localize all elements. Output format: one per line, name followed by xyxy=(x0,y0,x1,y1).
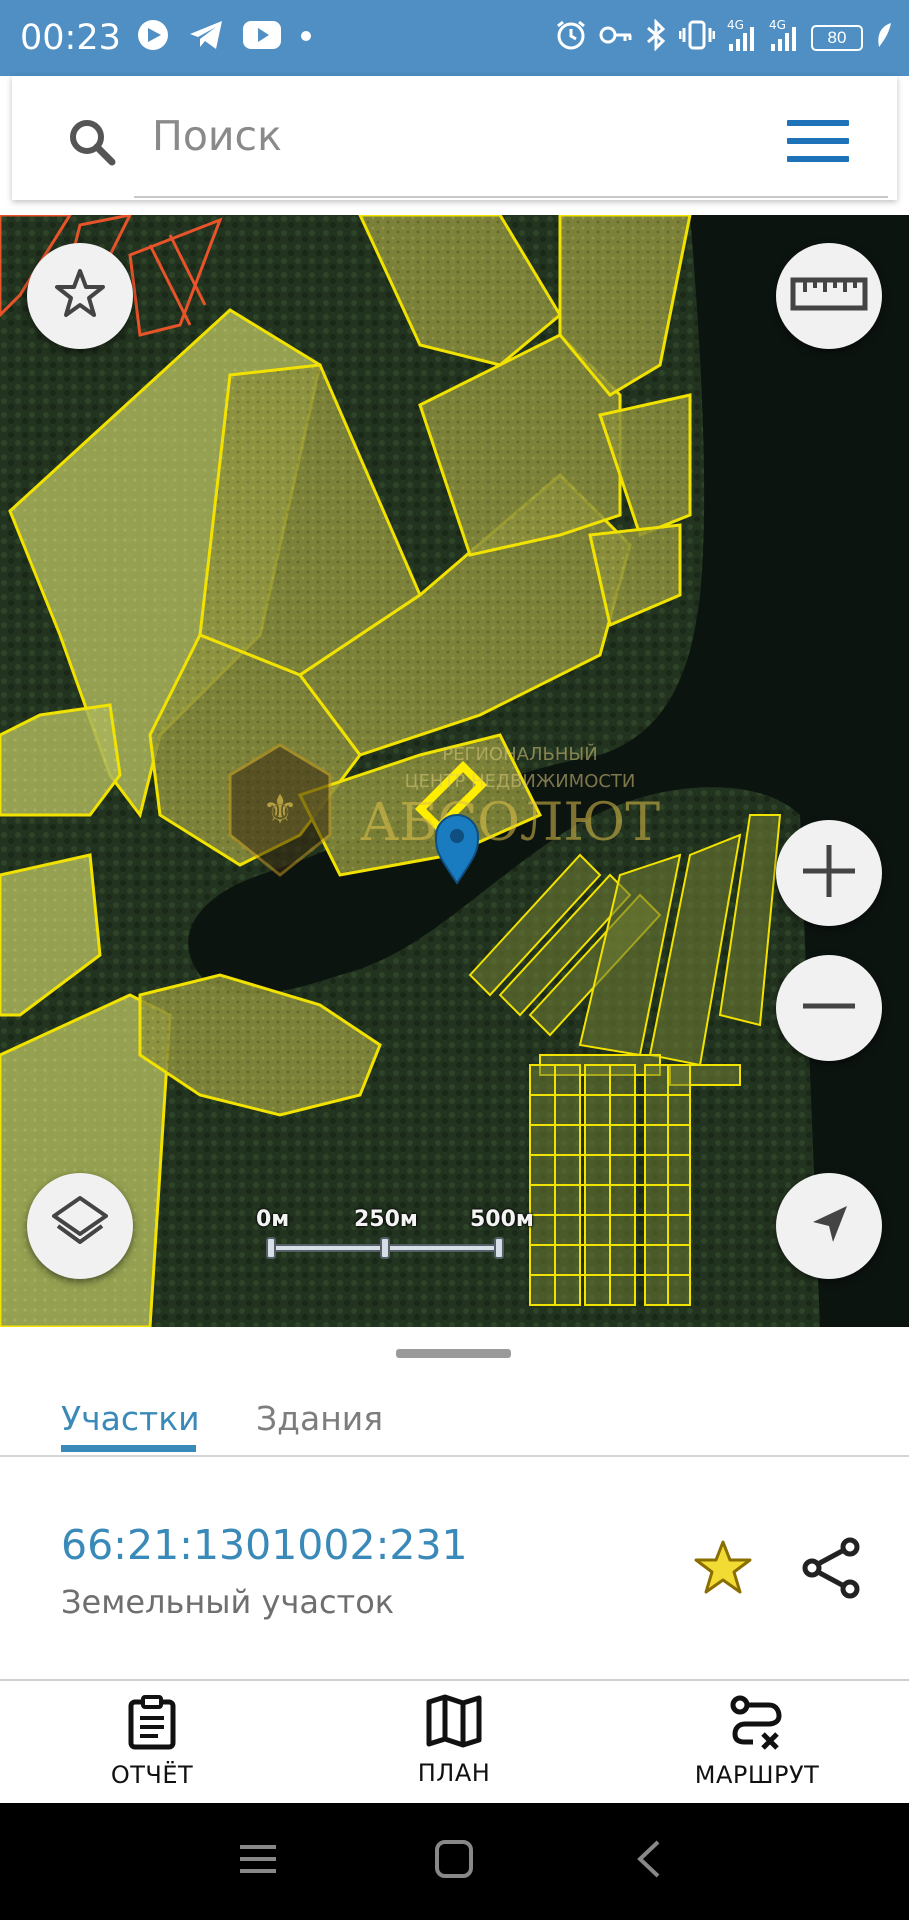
zoom-in-button[interactable] xyxy=(776,820,882,926)
signal-icon: 4G xyxy=(769,18,799,57)
search-bar xyxy=(12,76,897,200)
plan-button[interactable]: ПЛАН xyxy=(364,1694,544,1794)
dot-icon xyxy=(300,29,312,47)
report-label: ОТЧЁТ xyxy=(110,1761,194,1789)
bottom-actions: ОТЧЁТ ПЛАН МАРШРУТ xyxy=(0,1682,909,1802)
alarm-icon xyxy=(555,19,587,56)
route-icon xyxy=(729,1695,785,1754)
search-underline xyxy=(134,196,888,198)
signal-icon: 4G xyxy=(727,18,757,57)
star-icon xyxy=(53,267,107,326)
tab-buildings[interactable]: Здания xyxy=(256,1399,383,1438)
plan-label: ПЛАН xyxy=(417,1759,491,1787)
map-icon xyxy=(426,1694,482,1752)
map-view[interactable]: ⚜ РЕГИОНАЛЬНЫЙ ЦЕНТР НЕДВИЖИМОСТИ АБСОЛЮ… xyxy=(0,215,909,1327)
recents-icon[interactable] xyxy=(238,1839,278,1884)
back-icon[interactable] xyxy=(634,1839,664,1884)
vibrate-icon xyxy=(678,20,716,55)
menu-bar xyxy=(787,156,849,162)
svg-text:⚜: ⚜ xyxy=(262,787,298,833)
tab-indicator xyxy=(61,1445,196,1452)
youtube-icon xyxy=(242,20,282,55)
route-button[interactable]: МАРШРУТ xyxy=(667,1694,847,1794)
scale-tick xyxy=(380,1237,390,1259)
menu-button[interactable] xyxy=(787,120,849,162)
watermark-line2: ЦЕНТР НЕДВИЖИМОСТИ xyxy=(405,771,636,792)
menu-bar xyxy=(787,120,849,126)
search-icon[interactable] xyxy=(68,118,116,171)
battery-icon: 80 xyxy=(811,24,863,51)
status-system-icons: 4G 4G 80 xyxy=(555,18,893,57)
drag-handle[interactable] xyxy=(396,1349,511,1358)
share-icon[interactable] xyxy=(800,1537,862,1604)
watermark-brand: АБСОЛЮТ xyxy=(360,793,660,853)
favorites-button[interactable] xyxy=(27,243,133,349)
status-notification-icons xyxy=(136,18,312,57)
layers-icon xyxy=(48,1192,112,1261)
zoom-out-icon xyxy=(799,996,859,1021)
locate-button[interactable] xyxy=(776,1173,882,1279)
home-icon[interactable] xyxy=(434,1839,474,1884)
cadastral-number[interactable]: 66:21:1301002:231 xyxy=(61,1521,468,1569)
status-bar: 00:23 4G 4G 80 xyxy=(0,0,909,76)
app-notification-icon xyxy=(136,18,170,57)
scale-label-250: 250м xyxy=(354,1207,418,1232)
menu-bar xyxy=(787,138,849,144)
parcel-type: Земельный участок xyxy=(61,1583,395,1621)
scale-label-0: 0м xyxy=(256,1207,290,1232)
search-input[interactable] xyxy=(152,110,752,162)
zoom-out-button[interactable] xyxy=(776,955,882,1061)
favorite-star-icon[interactable] xyxy=(692,1539,754,1602)
status-time: 00:23 xyxy=(20,18,121,58)
satellite-map[interactable]: ⚜ РЕГИОНАЛЬНЫЙ ЦЕНТР НЕДВИЖИМОСТИ АБСОЛЮ… xyxy=(0,215,909,1327)
route-label: МАРШРУТ xyxy=(694,1761,820,1789)
scale-tick xyxy=(494,1237,504,1259)
info-sheet: Участки Здания 66:21:1301002:231 Земельн… xyxy=(0,1327,909,1803)
divider xyxy=(0,1679,909,1681)
map-scale: 0м 250м 500м xyxy=(254,1207,534,1267)
telegram-icon xyxy=(188,19,224,56)
charging-icon xyxy=(875,21,893,54)
ruler-icon xyxy=(789,274,869,319)
key-icon xyxy=(599,23,633,52)
scale-tick xyxy=(266,1237,276,1259)
scale-label-500: 500м xyxy=(470,1207,534,1232)
svg-text:4G: 4G xyxy=(727,18,744,32)
system-navigation-bar xyxy=(0,1803,909,1920)
locate-icon xyxy=(807,1202,851,1251)
svg-text:4G: 4G xyxy=(769,18,786,32)
zoom-in-icon xyxy=(799,841,859,906)
watermark-line1: РЕГИОНАЛЬНЫЙ xyxy=(442,743,597,765)
ruler-button[interactable] xyxy=(776,243,882,349)
bluetooth-icon xyxy=(645,18,667,56)
layers-button[interactable] xyxy=(27,1173,133,1279)
clipboard-icon xyxy=(126,1695,178,1754)
report-button[interactable]: ОТЧЁТ xyxy=(62,1694,242,1794)
tab-parcels[interactable]: Участки xyxy=(61,1399,200,1438)
